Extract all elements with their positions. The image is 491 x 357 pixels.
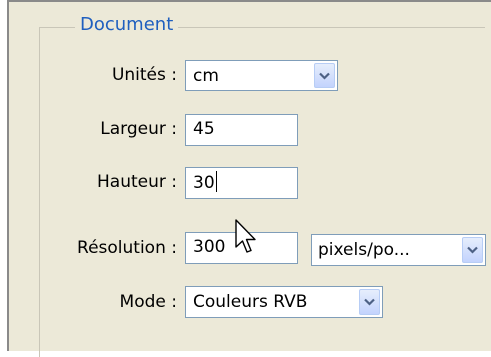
group-title: Document	[75, 13, 179, 37]
chevron-down-icon[interactable]	[462, 237, 483, 263]
screen: Document Unités : cm Largeur : 45 Hauteu…	[0, 0, 491, 357]
height-label: Hauteur :	[97, 172, 177, 192]
resolution-label: Résolution :	[77, 238, 177, 258]
resolution-unit-select[interactable]: pixels/po...	[311, 234, 486, 266]
mode-value: Couleurs RVB	[193, 292, 308, 312]
chevron-down-icon[interactable]	[359, 289, 380, 315]
chevron-down-icon[interactable]	[314, 63, 335, 88]
width-input[interactable]: 45	[185, 114, 298, 146]
units-select[interactable]: cm	[185, 60, 338, 91]
mode-select[interactable]: Couleurs RVB	[185, 286, 383, 318]
document-settings-panel: Document Unités : cm Largeur : 45 Hauteu…	[7, 0, 491, 357]
height-input[interactable]: 30	[185, 167, 298, 199]
width-label: Largeur :	[100, 119, 177, 139]
height-value: 30	[193, 173, 215, 193]
arrow-pointer-icon	[235, 219, 256, 253]
group-border-left	[39, 27, 40, 357]
units-label: Unités :	[111, 65, 177, 85]
resolution-unit-value: pixels/po...	[318, 240, 410, 260]
text-caret	[215, 171, 217, 192]
mode-label: Mode :	[119, 292, 177, 312]
units-value: cm	[193, 65, 219, 86]
